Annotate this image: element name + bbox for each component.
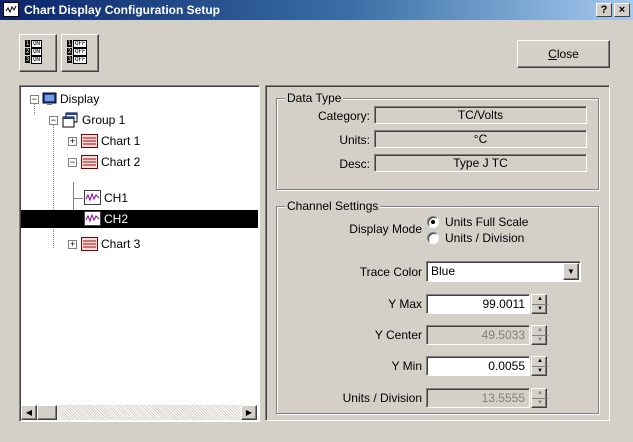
mode-full-scale-label: Units Full Scale	[445, 215, 529, 229]
tree-label-chart-2: Chart 2	[101, 155, 141, 169]
chevron-down-icon[interactable]: ▼	[563, 263, 579, 280]
channel-settings-title: Channel Settings	[285, 199, 381, 213]
all-channels-on-button[interactable]: 1 ON 2 ON 3 ON	[19, 34, 57, 72]
tree-item-ch2[interactable]: CH2	[21, 210, 258, 228]
units-division-label: Units / Division	[342, 391, 422, 405]
waveform-icon	[84, 190, 101, 205]
units-label: Units:	[339, 133, 370, 147]
tree-label-chart-1: Chart 1	[101, 134, 141, 148]
spin-down-icon[interactable]: ▼	[532, 305, 548, 315]
spin-down-icon: ▼	[537, 400, 543, 406]
units-value: °C	[374, 130, 587, 148]
trace-color-select[interactable]: Blue ▼	[426, 261, 581, 282]
window-close-button[interactable]: ×	[614, 3, 630, 17]
display-mode-label: Display Mode	[349, 222, 422, 236]
y-center-input: 49.5033	[426, 325, 530, 345]
scroll-right-arrow-icon[interactable]: ▶	[241, 405, 257, 420]
tree-label-chart-3: Chart 3	[101, 237, 141, 251]
collapse-icon[interactable]: −	[68, 158, 77, 167]
mode-units-full-scale-radio[interactable]: Units Full Scale	[427, 214, 587, 230]
close-button[interactable]: Close	[517, 40, 610, 68]
y-max-label: Y Max	[388, 297, 422, 311]
data-type-group: Data Type Category: TC/Volts Units: °C D…	[276, 91, 599, 190]
y-center-label: Y Center	[374, 328, 422, 342]
y-center-spinner: ▲ ▼	[531, 325, 548, 345]
y-max-spinner[interactable]: ▲ ▼	[531, 294, 548, 315]
trace-color-label: Trace Color	[359, 265, 422, 279]
category-label: Category:	[317, 109, 370, 123]
tree-item-chart-2[interactable]: − Chart 2	[20, 153, 259, 171]
mode-per-division-label: Units / Division	[445, 231, 525, 245]
collapse-icon[interactable]: −	[49, 116, 58, 125]
chart-icon	[81, 237, 98, 251]
channel-tree[interactable]: − Display − Group 1 + Chart 1 − Chart 2 …	[19, 85, 260, 422]
radio-button-selected[interactable]	[427, 216, 439, 228]
waveform-icon	[84, 211, 101, 226]
category-value: TC/Volts	[374, 106, 587, 124]
group-window-icon	[62, 112, 78, 128]
channel-settings-group: Channel Settings Display Mode Units Full…	[276, 199, 599, 414]
tree-item-display[interactable]: − Display	[20, 90, 259, 108]
trace-color-value: Blue	[431, 264, 456, 278]
tree-label-display: Display	[60, 92, 100, 106]
y-min-spinner[interactable]: ▲ ▼	[531, 356, 548, 377]
all-channels-off-button[interactable]: 1 OFF 2 OFF 3 OFF	[61, 34, 99, 72]
radio-button[interactable]	[427, 232, 439, 244]
tree-item-chart-1[interactable]: + Chart 1	[20, 132, 259, 150]
desc-label: Desc:	[339, 157, 370, 171]
collapse-icon[interactable]: −	[30, 95, 39, 104]
display-monitor-icon	[42, 92, 57, 105]
tree-horizontal-scrollbar[interactable]: ◀ ▶	[21, 405, 257, 420]
scrollbar-thumb[interactable]	[37, 405, 57, 420]
spin-down-icon: ▼	[537, 337, 543, 343]
help-button[interactable]: ?	[596, 3, 612, 17]
title-bar: Chart Display Configuration Setup ? ×	[0, 0, 633, 20]
y-min-input[interactable]: 0.0055	[426, 356, 530, 376]
settings-panel: Data Type Category: TC/Volts Units: °C D…	[265, 85, 610, 421]
desc-value: Type J TC	[374, 154, 587, 172]
tree-label-group: Group 1	[82, 113, 126, 127]
tree-item-ch1[interactable]: CH1	[20, 189, 259, 207]
spin-up-icon: ▲	[532, 389, 548, 399]
chart-icon	[81, 155, 98, 169]
chart-app-icon	[3, 2, 19, 17]
tree-label-ch2: CH2	[104, 212, 129, 226]
units-division-input: 13.5555	[426, 388, 530, 408]
switch-on-icon: 1 ON 2 ON 3 ON	[25, 40, 42, 64]
tree-item-chart-3[interactable]: + Chart 3	[20, 235, 259, 253]
window-title: Chart Display Configuration Setup	[24, 3, 221, 17]
switch-off-icon: 1 OFF 2 OFF 3 OFF	[67, 40, 88, 64]
spin-up-icon: ▲	[532, 326, 548, 336]
mode-units-division-radio[interactable]: Units / Division	[427, 230, 587, 246]
spin-up-icon[interactable]: ▲	[532, 357, 548, 367]
units-division-spinner: ▲ ▼	[531, 388, 548, 408]
spin-up-icon[interactable]: ▲	[532, 295, 548, 305]
chart-icon	[81, 134, 98, 148]
data-type-title: Data Type	[285, 91, 344, 105]
y-max-input[interactable]: 99.0011	[426, 294, 530, 314]
tree-label-ch1: CH1	[104, 191, 129, 205]
tree-item-group-1[interactable]: − Group 1	[20, 111, 259, 129]
scroll-left-arrow-icon[interactable]: ◀	[21, 405, 37, 420]
spin-down-icon[interactable]: ▼	[532, 367, 548, 377]
expand-icon[interactable]: +	[68, 137, 77, 146]
expand-icon[interactable]: +	[68, 240, 77, 249]
y-min-label: Y Min	[391, 359, 422, 373]
